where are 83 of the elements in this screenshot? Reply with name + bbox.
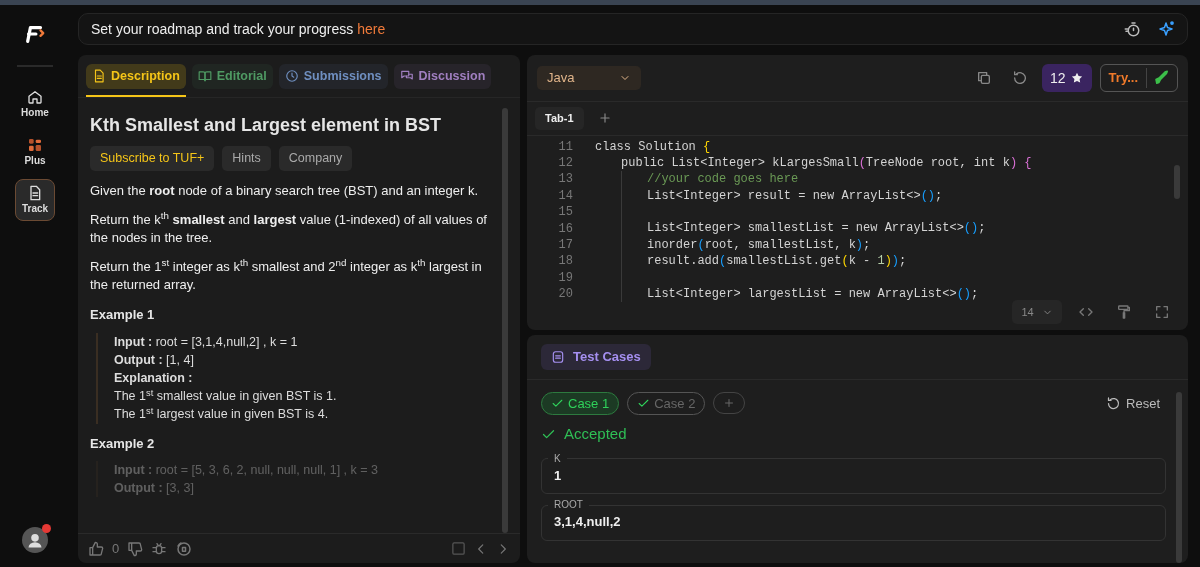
sidebar-item[interactable]: Plus <box>15 131 55 173</box>
line-number: 20 <box>557 286 573 303</box>
line-number: 12 <box>557 154 573 172</box>
example-heading: Example 1 <box>90 306 156 325</box>
line-number: 15 <box>557 204 573 221</box>
reset-icon <box>1106 395 1122 411</box>
list-icon <box>551 349 565 364</box>
thumbs-up-icon[interactable] <box>88 540 104 557</box>
sidebar-item[interactable]: Home <box>15 83 55 125</box>
line-number: 11 <box>557 138 573 155</box>
clock-icon <box>284 69 299 84</box>
example-line: Output : [3, 3] <box>114 480 195 498</box>
problem-title: Kth Smallest and Largest element in BST <box>90 113 443 137</box>
code-line: List<Integer> largestList = new ArrayList<>(); <box>647 286 979 303</box>
scrollbar[interactable] <box>1174 164 1180 199</box>
case-tab[interactable]: Case 1 <box>541 391 620 415</box>
example-line: The 1$^{st}$ largest value in given BST is 4. <box>114 405 330 424</box>
description-paragraph: Return the 1$^{st}$ integer as k$^{th}$ smallest and 2$^{nd}$ integer as k$^{th}$ largest in the returned array. <box>90 258 483 295</box>
tab[interactable]: Submissions <box>278 64 388 89</box>
code-line: inorder(root, smallestList, k); <box>647 236 871 254</box>
tiles-icon <box>27 136 43 153</box>
code-line: List<Integer> result = new ArrayList<>(); <box>647 187 943 205</box>
try-button[interactable]: Try... <box>1100 68 1147 88</box>
reset-icon <box>1012 70 1029 86</box>
scrollbar[interactable] <box>502 107 508 533</box>
paint-roller-icon <box>1116 304 1132 320</box>
tab[interactable]: Editorial <box>191 64 273 89</box>
editor-tab[interactable]: Tab-1 <box>535 107 584 130</box>
description-paragraph: Given the root node of a binary search tree (BST) and an integer k. <box>90 181 480 200</box>
bug-icon[interactable] <box>151 540 168 557</box>
copy-icon <box>976 70 993 86</box>
scrollbar[interactable] <box>1176 391 1182 563</box>
badge-icon[interactable] <box>175 539 194 558</box>
line-number: 17 <box>557 236 573 254</box>
sidebar-item[interactable]: Track <box>15 179 55 221</box>
tag-button[interactable]: Hints <box>222 145 271 171</box>
example-line: The 1$^{st}$ smallest value in given BST is 1. <box>114 387 338 406</box>
sparkle-icon[interactable] <box>1157 20 1175 38</box>
line-number: 14 <box>557 187 573 205</box>
description-paragraph: Return the k$^{th}$ smallest and largest value (1-indexed) of all values of the nodes in the tree. <box>90 210 488 247</box>
code-line: List<Integer> smallestList = new ArrayList<>(); <box>647 220 986 237</box>
line-number: 19 <box>557 269 573 287</box>
field-label: ROOT <box>553 500 584 510</box>
status-text: Accepted <box>564 424 627 444</box>
star-icon <box>1069 71 1084 85</box>
plus-icon <box>723 397 736 410</box>
example-line: Explanation : <box>114 370 194 388</box>
example-line: Output : [1, 4] <box>114 352 195 370</box>
document-icon <box>92 69 106 84</box>
field-value[interactable]: 3,1,4,null,2 <box>554 510 1153 534</box>
document-icon <box>27 184 43 201</box>
tab[interactable]: Discussion <box>393 64 492 89</box>
home-icon <box>27 88 43 105</box>
tab[interactable]: Description <box>86 64 186 89</box>
input-field[interactable]: ROOT 3,1,4,null,2 <box>541 500 1166 541</box>
code-line: result.add(smallestList.get(k - 1)); <box>647 253 907 270</box>
thumbs-down-icon[interactable] <box>127 540 144 557</box>
input-field[interactable]: K 1 <box>541 453 1166 494</box>
like-count: 0 <box>112 539 120 558</box>
avatar-icon[interactable] <box>22 527 48 553</box>
plus-icon <box>597 111 612 126</box>
font-size-dropdown[interactable]: 14 <box>1012 300 1062 324</box>
example-heading: Example 2 <box>90 434 156 453</box>
subscribe-button[interactable]: Subscribe to TUF+ <box>90 145 215 171</box>
tab[interactable]: Test Cases <box>541 344 651 370</box>
fullscreen-icon <box>1154 304 1170 320</box>
code-line: public List<Integer> kLargesSmall(TreeNode root, int k) { <box>621 154 1032 172</box>
here-link[interactable]: here <box>357 20 386 37</box>
stars-button[interactable]: 12 <box>1042 64 1092 92</box>
line-number: 16 <box>557 220 573 237</box>
book-icon <box>197 69 212 84</box>
line-number: 13 <box>557 171 573 188</box>
line-number: 18 <box>557 253 573 270</box>
code-line: //your code goes here <box>647 171 799 188</box>
language-dropdown[interactable]: Java <box>537 66 641 90</box>
field-label: K <box>553 453 562 464</box>
code-line: class Solution { <box>595 138 711 155</box>
tag-button[interactable]: Company <box>278 145 353 171</box>
banner-text: Set your roadmap and track your progress here <box>91 19 387 39</box>
example-line: Input : root = [3,1,4,null,2] , k = 1 <box>114 333 299 351</box>
reset-button[interactable]: Reset <box>1100 392 1166 414</box>
field-value[interactable]: 1 <box>554 463 1153 487</box>
stopwatch-icon[interactable] <box>1123 20 1141 38</box>
